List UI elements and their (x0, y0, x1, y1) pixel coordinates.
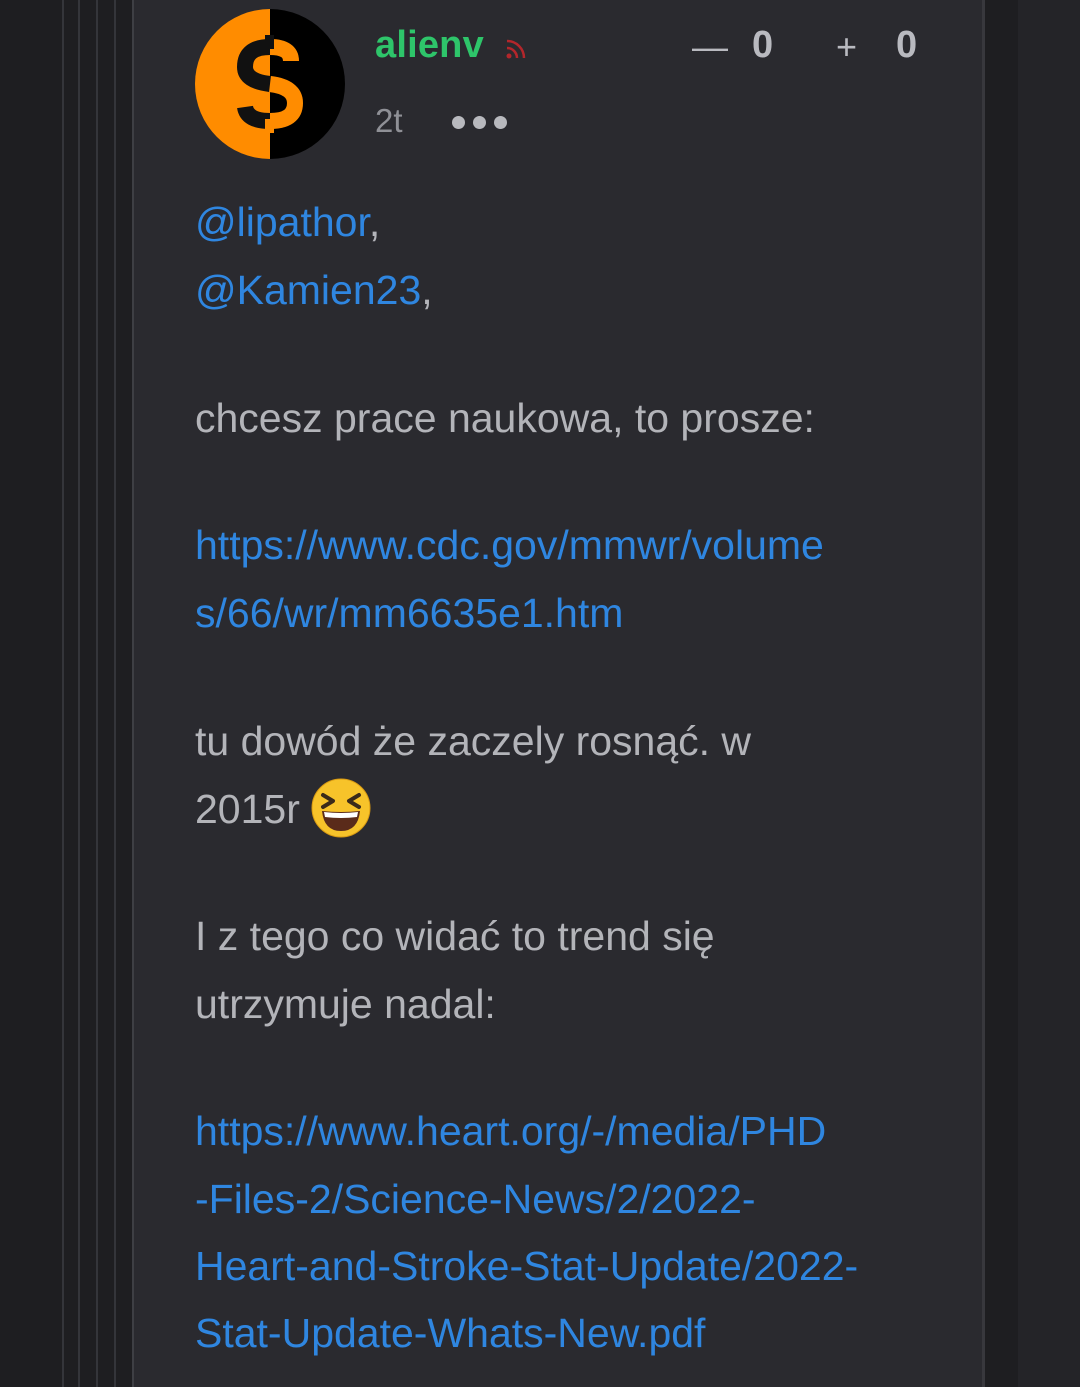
dollar-avatar-icon (195, 9, 345, 159)
screen: alienv — 0 + 0 2t @lipathor, @Kamien23, … (0, 0, 1080, 1387)
thread-line (114, 0, 116, 1387)
comment-text: I z tego co widać to trend się (195, 913, 715, 959)
downvote-button[interactable]: — (692, 26, 728, 68)
comment-text-line: 2015r (195, 775, 935, 843)
thread-line (78, 0, 80, 1387)
comment-link-cdc[interactable]: s/66/wr/mm6635e1.htm (195, 579, 935, 647)
mention-line: @lipathor, (195, 188, 935, 256)
user-avatar[interactable] (195, 9, 345, 159)
laughing-emoji-icon (311, 778, 371, 838)
upvote-count: 0 (896, 24, 918, 66)
more-options-icon[interactable] (450, 116, 510, 130)
comment-link-heart[interactable]: Stat-Update-Whats-New.pdf (195, 1299, 935, 1367)
mention-separator: , (421, 267, 433, 313)
author-name[interactable]: alienv (375, 24, 484, 67)
comment-time: 2t (375, 102, 403, 139)
mention-link[interactable]: @Kamien23 (195, 267, 421, 313)
more-dot (452, 116, 465, 129)
more-dot (494, 116, 507, 129)
mention-line: @Kamien23, (195, 256, 935, 324)
comment-text: chcesz prace naukowa, to prosze: (195, 395, 815, 441)
right-gutter (1018, 0, 1080, 1387)
comment-text: tu dowód że zaczely rosnąć. w (195, 718, 752, 764)
upvote-button[interactable]: + (836, 26, 857, 68)
comment-link-cdc[interactable]: https://www.cdc.gov/mmwr/volume (195, 511, 935, 579)
comment-text: 2015r (195, 786, 300, 832)
comment-link-heart[interactable]: -Files-2/Science-News/2/2022- (195, 1165, 935, 1233)
mention-link[interactable]: @lipathor (195, 199, 369, 245)
more-dot (473, 116, 486, 129)
comment-text: utrzymuje nadal: (195, 981, 496, 1027)
comment-link-heart[interactable]: https://www.heart.org/-/media/PHD (195, 1097, 935, 1165)
comment-link-heart[interactable]: Heart-and-Stroke-Stat-Update/2022- (195, 1232, 935, 1300)
rss-icon[interactable] (505, 38, 527, 60)
thread-line (62, 0, 64, 1387)
downvote-count: 0 (752, 24, 774, 66)
mention-separator: , (368, 199, 381, 245)
thread-line (96, 0, 98, 1387)
